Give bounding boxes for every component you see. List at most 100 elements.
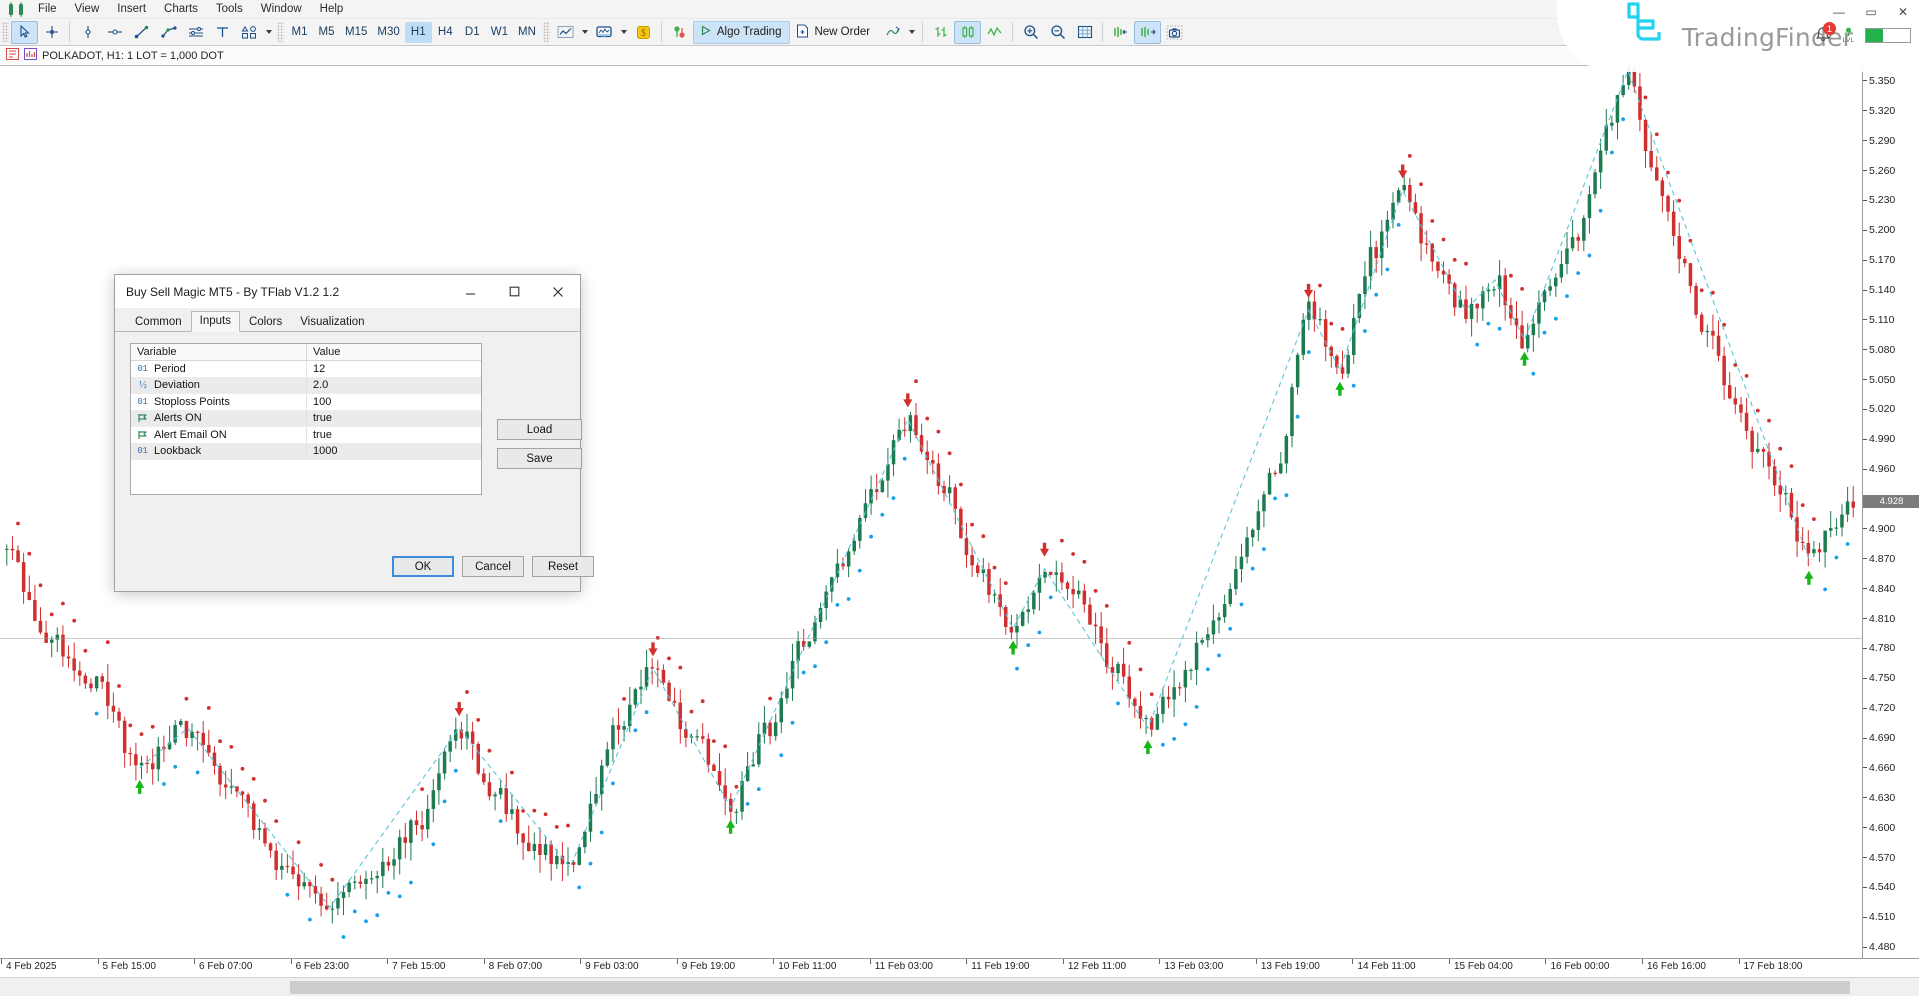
menu-item-file[interactable]: File <box>29 0 66 19</box>
bar-chart-icon[interactable] <box>927 21 954 44</box>
grid-icon[interactable] <box>1071 21 1098 44</box>
market-depth-icon[interactable] <box>1134 21 1161 44</box>
horizontal-line-tool[interactable] <box>101 21 128 44</box>
symbol-chart-icon[interactable] <box>24 47 37 65</box>
line-chart-icon[interactable] <box>552 21 579 44</box>
timeframe-m1[interactable]: M1 <box>286 22 313 43</box>
timeframe-w1[interactable]: W1 <box>486 22 513 43</box>
timeframe-m15[interactable]: M15 <box>340 22 372 43</box>
grid-row[interactable]: ½Deviation2.0 <box>131 378 481 395</box>
cancel-button[interactable]: Cancel <box>462 556 524 577</box>
grid-row[interactable]: 01Stoploss Points100 <box>131 394 481 411</box>
menu-item-view[interactable]: View <box>66 0 109 19</box>
dialog-tab-colors[interactable]: Colors <box>240 312 291 332</box>
dialog-close-button[interactable] <box>536 275 580 308</box>
svg-text:$: $ <box>641 28 646 39</box>
symbol-info-text: POLKADOT, H1: 1 LOT = 1,000 DOT <box>42 50 224 62</box>
level-indicator-icon[interactable]: LVL <box>1842 27 1855 44</box>
time-tick-label: 13 Feb 03:00 <box>1164 961 1223 972</box>
timeframe-h4[interactable]: H4 <box>432 22 459 43</box>
grid-cell-value[interactable]: 2.0 <box>307 378 481 394</box>
ok-button[interactable]: OK <box>392 556 454 577</box>
grid-row[interactable]: 01Period12 <box>131 361 481 378</box>
time-tick-label: 7 Feb 15:00 <box>392 961 445 972</box>
menu-item-help[interactable]: Help <box>311 0 353 19</box>
inputs-grid[interactable]: Variable Value 01Period12½Deviation2.001… <box>130 343 482 495</box>
algo-trading-button[interactable]: Algo Trading <box>693 21 791 44</box>
dialog-tab-common[interactable]: Common <box>126 312 191 332</box>
horizontal-scrollbar[interactable] <box>0 977 1919 996</box>
grid-cell-value[interactable]: 100 <box>307 394 481 410</box>
grid-variable-label: Lookback <box>154 445 201 457</box>
line-chart-dropdown-caret-icon[interactable] <box>579 21 591 43</box>
menu-item-insert[interactable]: Insert <box>108 0 155 19</box>
equidistant-channel-tool[interactable] <box>182 21 209 44</box>
timeframe-m30[interactable]: M30 <box>372 22 404 43</box>
vertical-line-tool[interactable] <box>74 21 101 44</box>
price-scale[interactable]: 5.3505.3205.2905.2605.2305.2005.1705.140… <box>1862 66 1919 977</box>
load-button[interactable]: Load <box>497 419 582 440</box>
polyline-tool[interactable] <box>155 21 182 44</box>
toolbar-grip-indicators[interactable] <box>543 22 550 42</box>
window-close-button[interactable]: ✕ <box>1887 0 1919 23</box>
indicators-dropdown-caret-icon[interactable] <box>618 21 630 43</box>
timeframe-mn[interactable]: MN <box>513 22 541 43</box>
price-tick-label: 4.870 <box>1863 553 1919 565</box>
price-tick-label: 4.750 <box>1863 672 1919 684</box>
dialog-tab-visualization[interactable]: Visualization <box>291 312 373 332</box>
connection-strength-icon[interactable] <box>1865 28 1911 43</box>
menu-item-window[interactable]: Window <box>252 0 311 19</box>
menu-label: Insert <box>117 3 146 15</box>
reset-button[interactable]: Reset <box>532 556 594 577</box>
price-tick-label: 4.990 <box>1863 433 1919 445</box>
time-scale[interactable]: 4 Feb 20255 Feb 15:006 Feb 07:006 Feb 23… <box>0 958 1919 977</box>
trendline-tool[interactable] <box>128 21 155 44</box>
shapes-dropdown-caret-icon[interactable] <box>263 21 275 43</box>
shapes-tool[interactable] <box>236 21 263 44</box>
price-tick-label: 5.290 <box>1863 135 1919 147</box>
menu-item-tools[interactable]: Tools <box>207 0 252 19</box>
expert-advisors-icon[interactable] <box>666 21 693 44</box>
toolbar-grip-timeframes[interactable] <box>277 22 284 42</box>
grid-cell-value[interactable]: true <box>307 427 481 443</box>
grid-cell-value[interactable]: 12 <box>307 361 481 377</box>
autoscroll-dropdown-caret-icon[interactable] <box>906 21 918 43</box>
cursor-arrow-tool[interactable] <box>11 21 38 44</box>
grid-row[interactable]: Alerts ONtrue <box>131 411 481 428</box>
screenshot-icon[interactable] <box>1161 21 1188 44</box>
dialog-title-bar[interactable]: Buy Sell Magic MT5 - By TFlab V1.2 1.2 <box>115 275 580 309</box>
price-tick-label: 4.900 <box>1863 523 1919 535</box>
indicator-properties-dialog[interactable]: Buy Sell Magic MT5 - By TFlab V1.2 1.2 C… <box>114 274 581 592</box>
data-window-icon[interactable] <box>1107 21 1134 44</box>
dialog-minimize-button[interactable] <box>448 275 492 308</box>
symbol-properties-icon[interactable] <box>6 47 19 65</box>
timeframe-d1[interactable]: D1 <box>459 22 486 43</box>
line-mode-icon[interactable] <box>981 21 1008 44</box>
timeframe-m5[interactable]: M5 <box>313 22 340 43</box>
dollar-badge-icon[interactable]: $ <box>630 21 657 44</box>
candlestick-icon[interactable] <box>954 21 981 44</box>
dialog-maximize-button[interactable] <box>492 275 536 308</box>
grid-cell-value[interactable]: true <box>307 411 481 427</box>
menu-item-charts[interactable]: Charts <box>155 0 207 19</box>
save-button[interactable]: Save <box>497 448 582 469</box>
crosshair-tool[interactable] <box>38 21 65 44</box>
menu-label: Window <box>261 3 302 15</box>
new-order-button[interactable]: New Order <box>790 21 879 44</box>
dialog-tab-inputs[interactable]: Inputs <box>191 311 240 332</box>
window-minimize-button[interactable]: — <box>1823 0 1855 23</box>
autoscroll-icon[interactable] <box>879 21 906 44</box>
toolbar-grip[interactable] <box>2 22 9 42</box>
text-tool[interactable] <box>209 21 236 44</box>
zoom-out-icon[interactable] <box>1044 21 1071 44</box>
grid-row[interactable]: 01Lookback1000 <box>131 444 481 461</box>
notification-bell-icon[interactable]: 1 <box>1814 26 1832 44</box>
timeframe-h1[interactable]: H1 <box>405 22 432 43</box>
scrollbar-thumb[interactable] <box>290 981 1850 994</box>
indicators-icon[interactable] <box>591 21 618 44</box>
grid-row[interactable]: Alert Email ONtrue <box>131 427 481 444</box>
price-tick-label: 4.540 <box>1863 881 1919 893</box>
grid-cell-value[interactable]: 1000 <box>307 444 481 460</box>
zoom-in-icon[interactable] <box>1017 21 1044 44</box>
window-maximize-button[interactable]: ▭ <box>1855 0 1887 23</box>
